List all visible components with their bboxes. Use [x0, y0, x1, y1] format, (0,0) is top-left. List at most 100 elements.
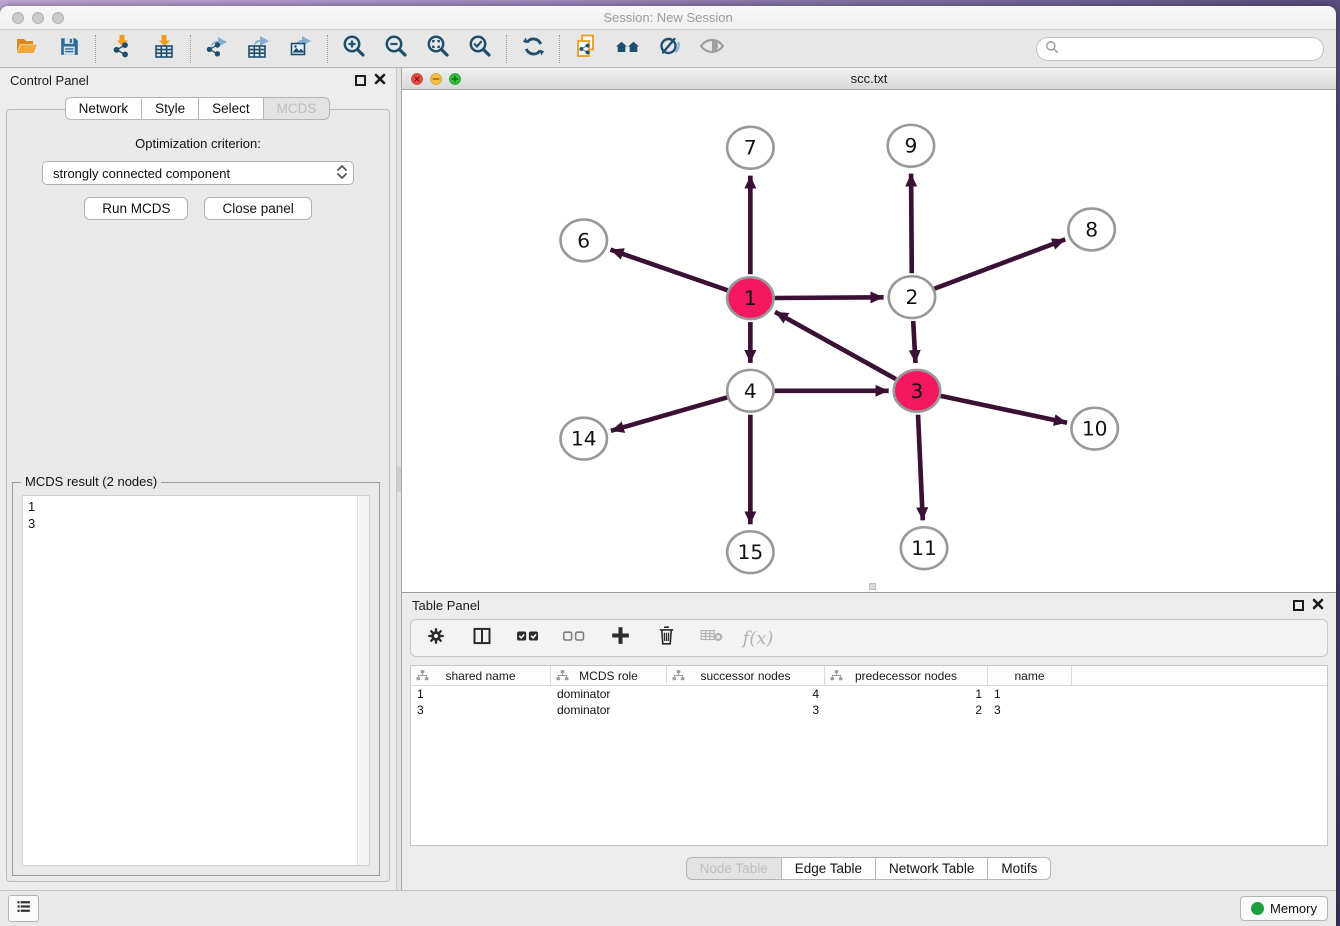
- export-table-button[interactable]: [238, 32, 280, 66]
- graph-node-10[interactable]: 10: [1071, 408, 1117, 450]
- tab-network[interactable]: Network: [65, 97, 143, 120]
- float-panel-icon[interactable]: [355, 75, 366, 86]
- add-column-button[interactable]: [607, 624, 633, 652]
- column-edit-icon: [672, 669, 685, 685]
- graph-node-1[interactable]: 1: [727, 277, 773, 319]
- optimization-criterion-select[interactable]: strongly connected component: [42, 161, 354, 185]
- show-all-button[interactable]: [691, 32, 733, 66]
- splitter-grip[interactable]: [397, 466, 401, 492]
- search-input[interactable]: [1064, 42, 1315, 57]
- graph-node-4[interactable]: 4: [727, 370, 773, 412]
- table-panel: Table Panel f(x) shared nameMCDS rolesuc…: [402, 593, 1336, 890]
- graph-edge-1-2[interactable]: [775, 297, 884, 298]
- svg-text:3: 3: [911, 379, 924, 403]
- table-cell[interactable]: 2: [825, 703, 988, 717]
- refresh-layout-button[interactable]: [512, 32, 554, 66]
- graph-node-7[interactable]: 7: [727, 127, 773, 169]
- import-network-button[interactable]: [101, 32, 143, 66]
- graph-node-15[interactable]: 15: [727, 531, 773, 573]
- zoom-fit-button[interactable]: [417, 32, 459, 66]
- graph-node-3[interactable]: 3: [894, 370, 940, 412]
- search-box[interactable]: [1036, 37, 1324, 61]
- svg-text:10: 10: [1082, 417, 1108, 441]
- table-settings-button[interactable]: [423, 624, 449, 652]
- graph-edge-2-8[interactable]: [935, 239, 1066, 288]
- column-header-predecessor-nodes[interactable]: predecessor nodes: [825, 666, 988, 685]
- column-edit-icon: [556, 669, 569, 685]
- zoom-in-button[interactable]: [333, 32, 375, 66]
- select-all-columns-button[interactable]: [515, 624, 541, 652]
- import-table-icon: [152, 34, 176, 63]
- table-panel-title: Table Panel: [412, 598, 480, 613]
- table-cell[interactable]: dominator: [551, 703, 667, 717]
- graph-edge-1-6[interactable]: [610, 250, 727, 291]
- table-cell[interactable]: 3: [988, 703, 1072, 717]
- task-history-button[interactable]: [8, 895, 39, 922]
- column-label: name: [1014, 669, 1044, 683]
- tab-edge-table[interactable]: Edge Table: [781, 857, 876, 880]
- mcds-result-text[interactable]: 13: [22, 495, 370, 866]
- table-cell[interactable]: 4: [667, 687, 825, 701]
- import-table-button[interactable]: [143, 32, 185, 66]
- houses-icon: [615, 34, 641, 63]
- graph-node-6[interactable]: 6: [561, 219, 607, 261]
- table-cell[interactable]: 1: [411, 687, 551, 701]
- save-session-button[interactable]: [48, 32, 90, 66]
- result-scrollbar[interactable]: [357, 496, 369, 865]
- graph-edge-4-14[interactable]: [611, 397, 727, 430]
- graph-edge-3-11[interactable]: [918, 415, 923, 521]
- duplicate-network-button[interactable]: [565, 32, 607, 66]
- table-row[interactable]: 3dominator323: [411, 702, 1327, 718]
- tab-select[interactable]: Select: [198, 97, 264, 120]
- tab-style[interactable]: Style: [141, 97, 199, 120]
- run-mcds-button[interactable]: Run MCDS: [84, 197, 188, 220]
- graph-node-14[interactable]: 14: [561, 418, 607, 460]
- close-panel-icon[interactable]: [374, 73, 386, 88]
- tab-motifs[interactable]: Motifs: [987, 857, 1051, 880]
- table-cell[interactable]: 3: [411, 703, 551, 717]
- zoom-selected-button[interactable]: [459, 32, 501, 66]
- svg-text:15: 15: [738, 540, 764, 564]
- graph-edge-2-9[interactable]: [911, 174, 912, 274]
- column-header-successor-nodes[interactable]: successor nodes: [667, 666, 825, 685]
- tab-mcds[interactable]: MCDS: [263, 97, 331, 120]
- delete-column-button[interactable]: [653, 624, 679, 652]
- close-panel-button[interactable]: Close panel: [204, 197, 311, 220]
- svg-text:11: 11: [911, 536, 937, 560]
- column-header-name[interactable]: name: [988, 666, 1072, 685]
- open-session-button[interactable]: [6, 32, 48, 66]
- column-header-MCDS-role[interactable]: MCDS role: [551, 666, 667, 685]
- table-cell[interactable]: 1: [988, 687, 1072, 701]
- hide-selected-button[interactable]: [649, 32, 691, 66]
- table-cell[interactable]: 3: [667, 703, 825, 717]
- main-window: Session: New Session Control Panel N: [0, 6, 1336, 926]
- graph-node-11[interactable]: 11: [901, 527, 947, 569]
- first-neighbors-button[interactable]: [607, 32, 649, 66]
- node-table: shared nameMCDS rolesuccessor nodesprede…: [410, 665, 1328, 846]
- table-cell[interactable]: 1: [825, 687, 988, 701]
- column-header-shared-name[interactable]: shared name: [411, 666, 551, 685]
- table-row[interactable]: 1dominator411: [411, 686, 1327, 702]
- graph-node-2[interactable]: 2: [889, 276, 935, 318]
- graph-edge-2-3[interactable]: [913, 321, 915, 363]
- deselect-all-columns-button[interactable]: [561, 624, 587, 652]
- tab-network-table[interactable]: Network Table: [875, 857, 988, 880]
- zoom-out-button[interactable]: [375, 32, 417, 66]
- column-view-button[interactable]: [469, 624, 495, 652]
- tab-node-table[interactable]: Node Table: [686, 857, 782, 880]
- export-image-button[interactable]: [280, 32, 322, 66]
- network-canvas[interactable]: 7 9 6 8 1 2 4 3 14 10 15 11: [402, 90, 1336, 592]
- graph-node-8[interactable]: 8: [1068, 209, 1114, 251]
- table-cell[interactable]: dominator: [551, 687, 667, 701]
- memory-button[interactable]: Memory: [1240, 896, 1328, 921]
- graph-edge-3-1[interactable]: [775, 312, 896, 379]
- close-table-panel-icon[interactable]: [1312, 598, 1324, 613]
- zoom-fit-icon: [426, 34, 450, 63]
- export-network-icon: [205, 34, 229, 63]
- canvas-resize-handle[interactable]: [869, 583, 876, 590]
- graph-edge-3-10[interactable]: [941, 396, 1067, 423]
- float-table-panel-icon[interactable]: [1293, 600, 1304, 611]
- export-image-icon: [289, 34, 313, 63]
- export-network-button[interactable]: [196, 32, 238, 66]
- graph-node-9[interactable]: 9: [888, 125, 934, 167]
